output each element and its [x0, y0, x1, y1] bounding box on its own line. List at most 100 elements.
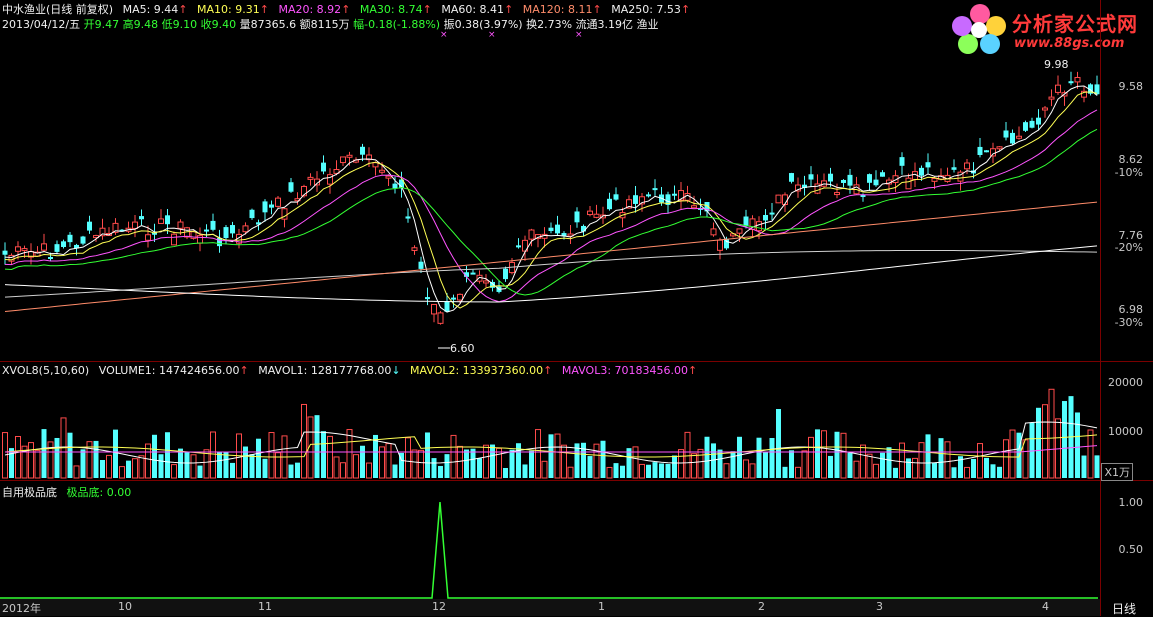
- volume-bar: [385, 443, 392, 479]
- candle-body: [431, 303, 437, 315]
- candle-body: [80, 236, 86, 244]
- volume-bar: [503, 467, 508, 478]
- candle-body: [710, 228, 717, 236]
- volume-bar: [554, 433, 561, 479]
- volume-bar: [9, 448, 14, 478]
- volume-bar: [646, 464, 651, 478]
- volume-bar: [171, 464, 177, 479]
- volume-bar: [1016, 432, 1022, 478]
- candle-body: [919, 167, 924, 176]
- candle-body: [249, 209, 255, 219]
- candle-body: [139, 216, 144, 220]
- candle-body: [672, 193, 677, 196]
- volume-bar: [665, 463, 671, 478]
- candle-body: [411, 247, 418, 251]
- candle-body: [242, 225, 249, 233]
- volume-bar: [327, 435, 333, 479]
- candle-body: [555, 224, 560, 234]
- volume-bar: [1094, 455, 1100, 478]
- volume-bar: [723, 463, 730, 479]
- volume-bar: [152, 434, 157, 478]
- date-tick-11: 11: [258, 600, 272, 613]
- candle-body: [379, 169, 385, 173]
- candle-body: [736, 228, 743, 234]
- candle-body: [21, 248, 28, 252]
- volume-bar: [301, 403, 307, 479]
- candle-body: [204, 229, 209, 232]
- volume-bar: [581, 442, 586, 478]
- volume-bar: [217, 451, 222, 478]
- candle-body: [717, 239, 723, 251]
- candle-body: [607, 198, 612, 210]
- candle-body: [451, 297, 456, 300]
- volume-bar: [763, 452, 768, 478]
- volume-bar: [567, 466, 574, 479]
- candle-body: [652, 188, 658, 191]
- candle-body: [1003, 130, 1009, 138]
- signal-marker: ×: [440, 30, 448, 40]
- volume-bar: [405, 437, 411, 479]
- volume-bar: [1048, 388, 1055, 479]
- volume-bar: [1009, 429, 1016, 479]
- candle-body: [340, 156, 346, 164]
- volume-bar: [840, 432, 847, 479]
- volume-bar: [756, 437, 762, 478]
- candle-body: [899, 157, 905, 166]
- volume-bar: [113, 429, 118, 478]
- candle-body: [990, 148, 996, 157]
- period-label[interactable]: 日线: [1112, 600, 1136, 617]
- candle-body: [867, 174, 872, 183]
- volume-bar: [801, 450, 808, 479]
- volume-bar: [1075, 412, 1080, 478]
- volume-bar: [268, 432, 275, 479]
- volume-bar: [360, 445, 365, 478]
- ma5-line: [4, 85, 1098, 313]
- candle-body: [48, 256, 53, 259]
- volume-bar: [158, 454, 164, 478]
- volume-bar: [288, 464, 294, 478]
- volume-bar: [132, 458, 138, 479]
- candle-body: [1036, 117, 1041, 125]
- candle-body: [61, 241, 66, 247]
- volume-bar: [944, 441, 951, 479]
- volume-bar: [918, 442, 925, 479]
- volume-bar: [54, 437, 60, 478]
- candle-body: [925, 162, 931, 168]
- volume-bar: [340, 462, 346, 479]
- volume-bar: [464, 449, 469, 478]
- volume-bar: [230, 462, 235, 478]
- volume-bar: [1022, 439, 1029, 479]
- volume-bar: [964, 466, 970, 479]
- volume-bar: [704, 436, 710, 478]
- kline-chart[interactable]: × × ×: [0, 0, 1153, 616]
- candle-body: [177, 221, 184, 229]
- volume-bar: [190, 454, 197, 479]
- high-price-annotation: 9.98: [1044, 58, 1069, 71]
- volume-bar: [990, 464, 996, 478]
- ma20-line: [4, 109, 1098, 303]
- candle-body: [2, 250, 8, 255]
- volume-bar: [997, 466, 1002, 478]
- volume-bar: [243, 446, 248, 478]
- candle-body: [1048, 96, 1055, 100]
- candle-body: [470, 272, 476, 275]
- volume-bar: [984, 457, 989, 478]
- volume-bar: [138, 455, 145, 479]
- volume-bar: [659, 463, 664, 478]
- candle-body: [775, 194, 782, 204]
- volume-bar: [366, 462, 372, 479]
- volume-bar: [600, 440, 606, 478]
- date-tick-10: 10: [118, 600, 132, 613]
- candle-body: [418, 261, 424, 269]
- volume-bar: [425, 432, 430, 478]
- volume-bar: [795, 466, 801, 479]
- volume-bar: [1042, 404, 1048, 479]
- date-tick-3: 3: [876, 600, 883, 613]
- volume-bar: [333, 456, 340, 479]
- candle-body: [87, 221, 92, 231]
- volume-bar: [119, 466, 125, 479]
- volume-bar: [100, 459, 105, 478]
- candle-body: [691, 205, 697, 209]
- candle-body: [847, 174, 853, 186]
- volume-bar: [535, 429, 541, 479]
